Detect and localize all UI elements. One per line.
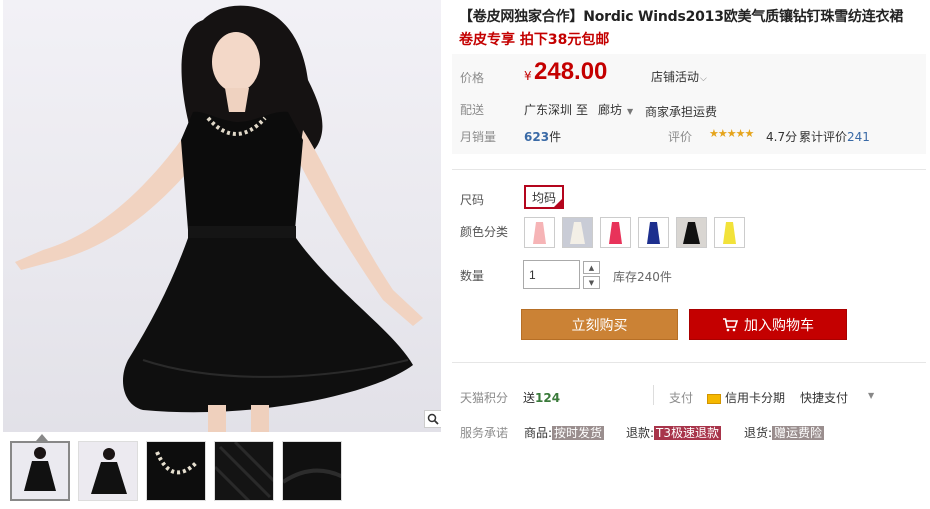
shipping-to-word: 至 [576, 103, 589, 117]
shipping-destination: 廊坊 [598, 103, 623, 117]
price-label: 价格 [460, 71, 485, 85]
sales-unit: 件 [549, 130, 562, 144]
thumbnail-3[interactable] [146, 441, 206, 501]
size-label: 尺码 [460, 193, 485, 207]
fast-refund-badge[interactable]: T3极速退款 [654, 426, 722, 440]
size-option-label: 均码 [531, 190, 556, 205]
sales-count: 623 [524, 130, 550, 144]
shipping-fee: 商家承担运费 [645, 105, 718, 119]
caret-down-icon[interactable]: ▼ [868, 391, 874, 400]
thumbnail-4[interactable] [214, 441, 274, 501]
quantity-input[interactable] [523, 260, 580, 289]
credit-card-icon [707, 393, 721, 404]
add-to-cart-label: 加入购物车 [744, 317, 814, 334]
shipping-insurance-badge[interactable]: 赠运费险 [772, 426, 825, 440]
selected-check-corner [554, 199, 562, 207]
price-value: 248.00 [534, 58, 608, 85]
quantity-label: 数量 [460, 269, 485, 283]
thumbnail-strip [10, 441, 342, 501]
thumbnail-1[interactable] [10, 441, 70, 501]
review-count: 241 [847, 130, 870, 144]
zoom-icon[interactable] [424, 410, 441, 428]
shipping-destination-dropdown[interactable]: 廊坊 ▼ [598, 101, 633, 118]
color-swatch-blue[interactable] [638, 217, 669, 248]
divider [653, 385, 654, 405]
promo-dropdown[interactable]: 店铺活动⌵ [651, 68, 707, 85]
color-swatch-yellow[interactable] [714, 217, 745, 248]
buy-now-button[interactable]: 立刻购买 [521, 309, 678, 340]
shipping-from: 广东深圳 [524, 103, 573, 117]
refund-label: 退款: [626, 426, 655, 440]
product-subtitle: 卷皮专享 拍下38元包邮 [459, 32, 610, 48]
promo-label: 店铺活动 [651, 70, 700, 84]
stock-count: 库存240件 [613, 270, 672, 284]
service-goods: 商品: 按时发货 [524, 424, 605, 441]
review-label: 累计评价 [799, 130, 848, 144]
model-illustration [15, 5, 423, 432]
quick-pay-link[interactable]: 快捷支付 [800, 389, 848, 406]
rating-stars: ★★★★★ [709, 127, 754, 140]
rating-label: 评价 [668, 130, 693, 144]
divider [452, 362, 926, 363]
product-title: 【卷皮网独家合作】Nordic Winds2013欧美气质镶钻钉珠雪纺连衣裙 [459, 9, 904, 25]
size-option-selected[interactable]: 均码 [524, 185, 564, 209]
thumbnail-2[interactable] [78, 441, 138, 501]
monthly-sales-value: 623件 [524, 128, 561, 145]
payment-label: 支付 [669, 391, 694, 405]
quantity-decrease-button[interactable]: ▼ [583, 276, 600, 289]
monthly-sales-label: 月销量 [460, 130, 497, 144]
color-swatch-pink[interactable] [524, 217, 555, 248]
color-label: 颜色分类 [460, 225, 509, 239]
service-label: 服务承诺 [460, 426, 509, 440]
points-label: 天猫积分 [460, 391, 509, 405]
on-time-delivery-badge[interactable]: 按时发货 [552, 426, 605, 440]
goods-label: 商品: [524, 426, 553, 440]
color-swatch-black[interactable] [676, 217, 707, 248]
service-refund: 退款: T3极速退款 [626, 424, 722, 441]
caret-down-icon: ▼ [627, 107, 634, 116]
color-swatch-red[interactable] [600, 217, 631, 248]
buy-now-label: 立刻购买 [571, 317, 628, 334]
color-swatch-white[interactable] [562, 217, 593, 248]
currency-symbol: ¥ [524, 69, 532, 83]
rating-score: 4.7分 [766, 130, 798, 144]
points-value: 送124 [523, 389, 560, 406]
main-product-image[interactable] [3, 0, 441, 432]
installment-label: 信用卡分期 [725, 391, 786, 405]
points-amount: 124 [535, 391, 561, 405]
credit-installment-link[interactable]: 信用卡分期 [707, 389, 785, 406]
add-to-cart-button[interactable]: 加入购物车 [689, 309, 847, 340]
thumbnail-5[interactable] [282, 441, 342, 501]
review-link[interactable]: 累计评价241 [799, 128, 870, 145]
quantity-increase-button[interactable]: ▲ [583, 261, 600, 274]
active-thumb-arrow [36, 434, 48, 441]
points-give: 送 [523, 391, 536, 405]
divider [452, 169, 926, 170]
chevron-down-icon: ⌵ [700, 74, 707, 84]
service-return: 退货: 赠运费险 [744, 424, 825, 441]
return-label: 退货: [744, 426, 773, 440]
color-swatches [524, 217, 745, 248]
cart-icon [723, 317, 738, 331]
shipping-label: 配送 [460, 103, 485, 117]
